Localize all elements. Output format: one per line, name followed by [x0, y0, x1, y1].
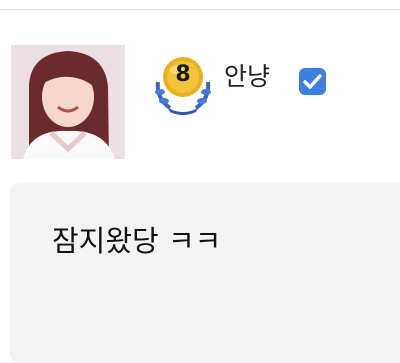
avatar[interactable]: [11, 45, 125, 159]
level-number: 8: [175, 62, 191, 87]
comment-bubble: 잠지왔당 ㅋㅋ: [10, 183, 400, 363]
avatar-image: [11, 45, 125, 159]
verified-check-icon: [298, 67, 327, 96]
top-divider: [0, 9, 400, 10]
comment-text: 잠지왔당 ㅋㅋ: [52, 224, 222, 258]
username[interactable]: 안냥: [224, 60, 270, 94]
level-badge: 8: [150, 52, 216, 118]
